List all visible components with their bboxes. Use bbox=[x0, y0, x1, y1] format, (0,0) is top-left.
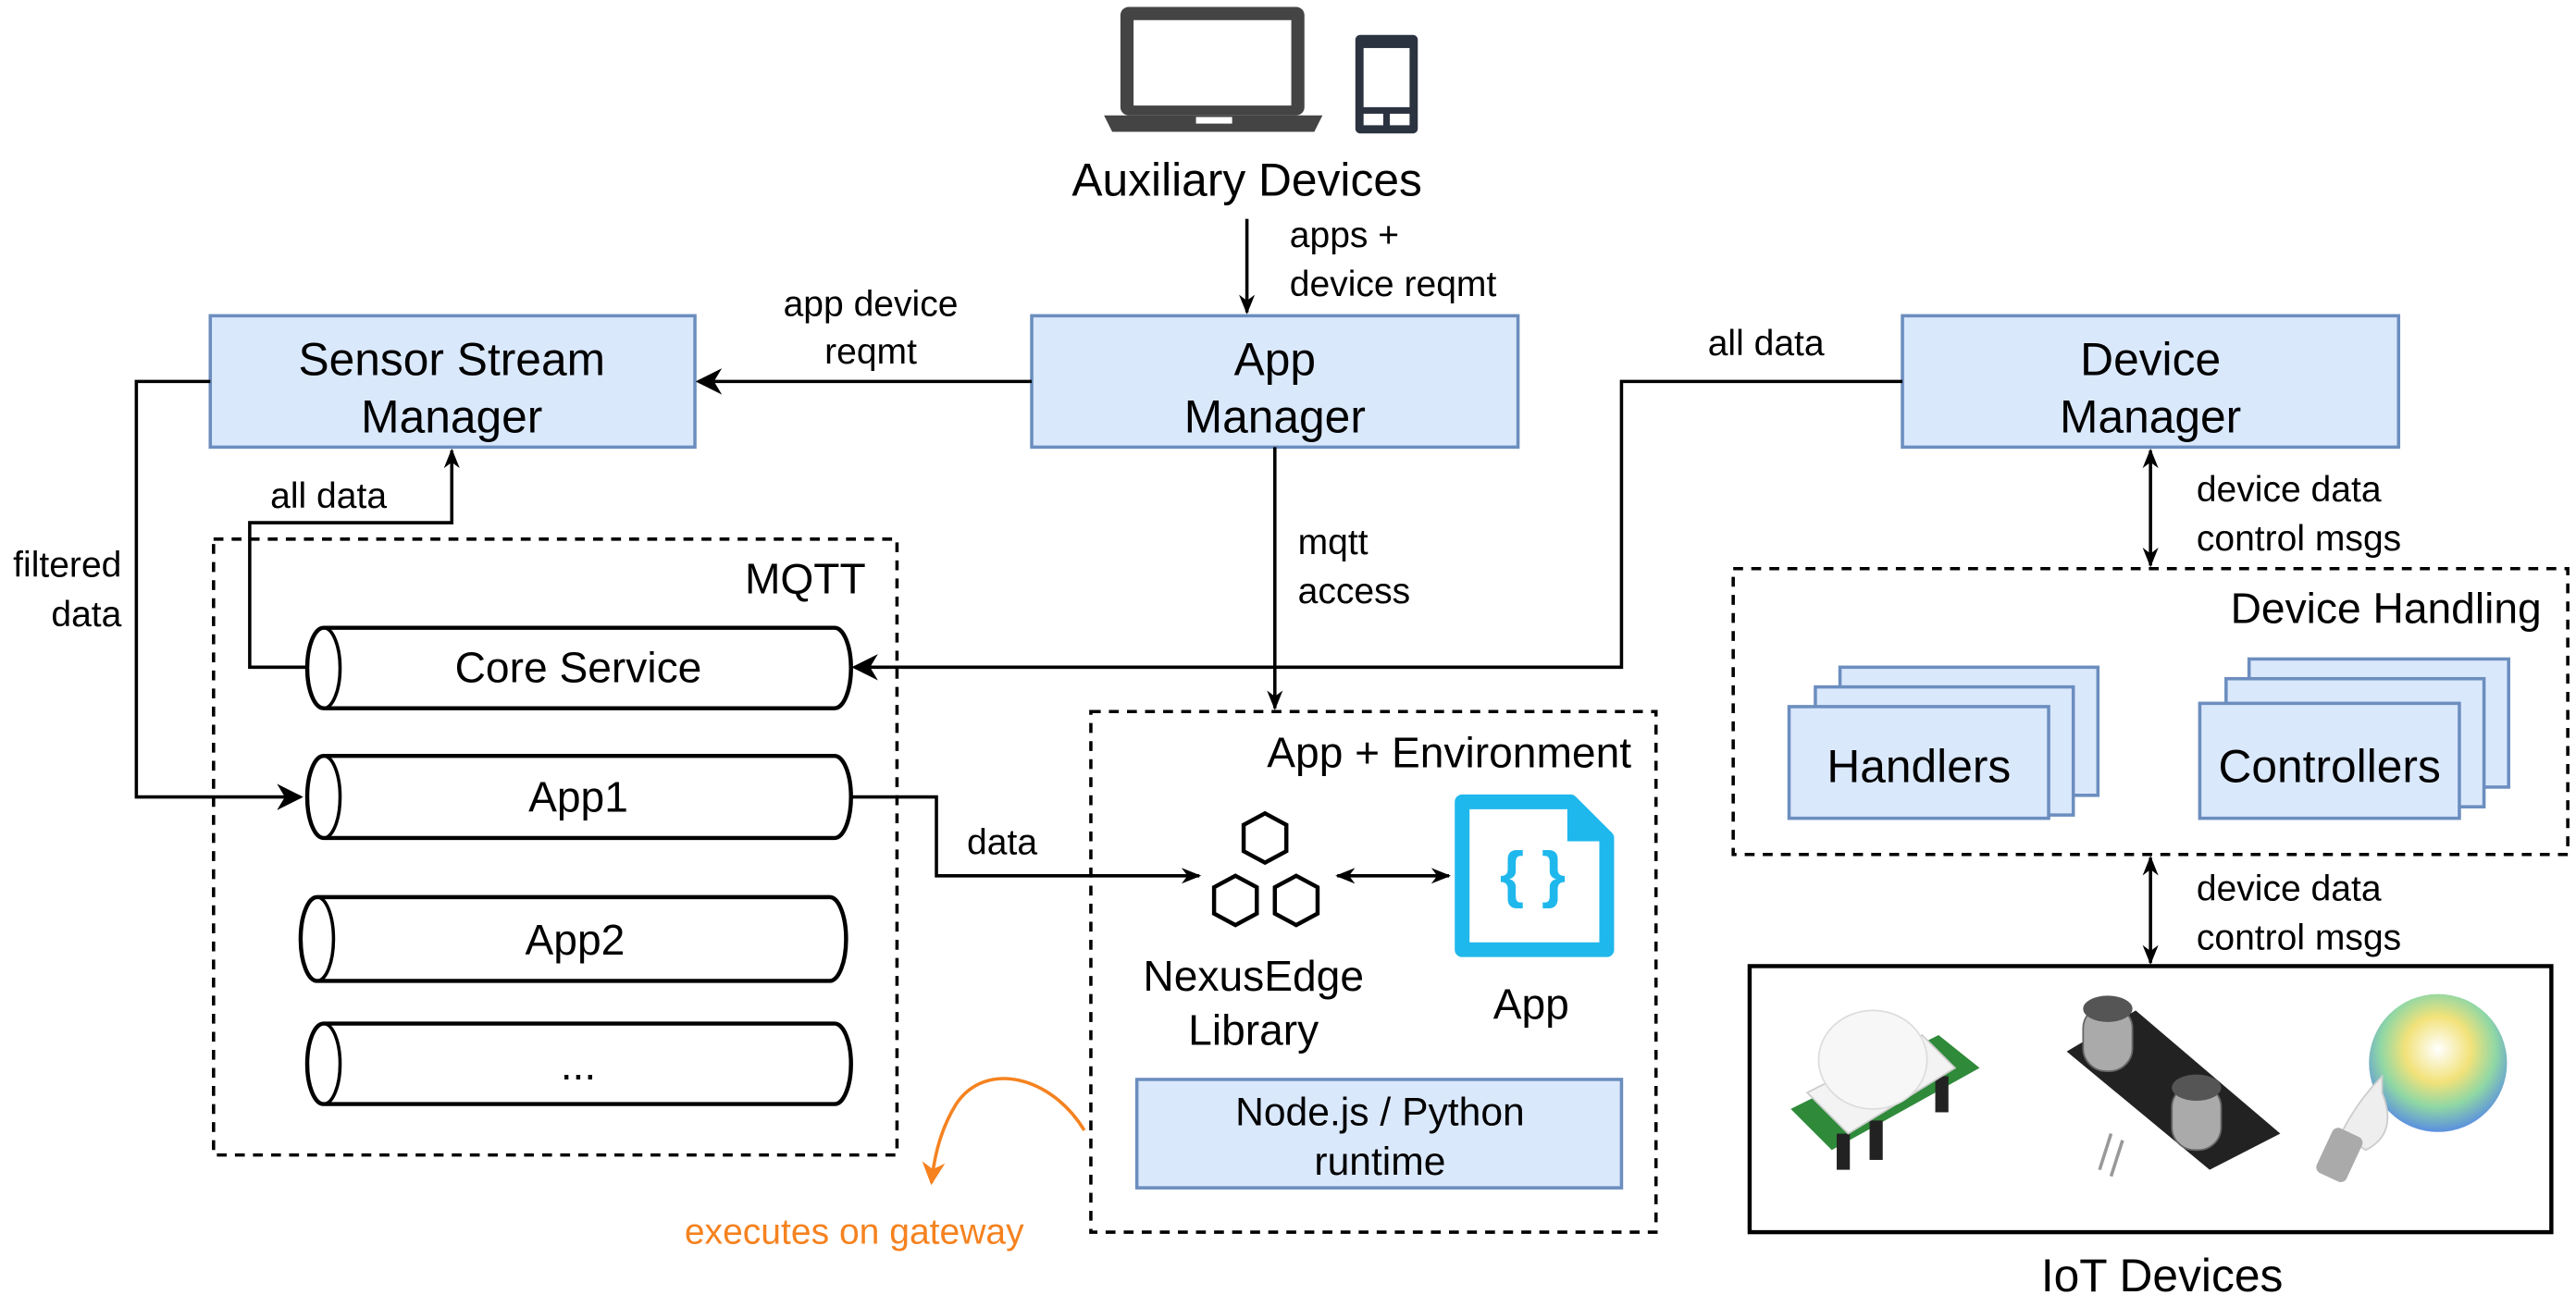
edge-label: device reqmt bbox=[1290, 265, 1497, 304]
architecture-diagram: Auxiliary Devices apps + device reqmt Se… bbox=[13, 6, 2570, 1295]
edge-label: filtered bbox=[13, 546, 121, 586]
gateway-note: executes on gateway bbox=[685, 1213, 1024, 1252]
topic-label: App2 bbox=[526, 916, 625, 964]
iot-devices-label: IoT Devices bbox=[2041, 1250, 2284, 1295]
edge-label: all data bbox=[1708, 324, 1825, 364]
topic-label: App1 bbox=[528, 773, 628, 821]
topic-core-service: Core Service bbox=[304, 625, 853, 710]
runtime-box: Node.js / Python runtime bbox=[1134, 1078, 1624, 1190]
nexusedge-library-icon bbox=[1211, 810, 1320, 928]
topic-app2: App2 bbox=[298, 894, 848, 983]
box-label: Manager bbox=[2060, 390, 2241, 442]
edge-label: reqmt bbox=[824, 332, 917, 372]
edge-label: all data bbox=[270, 476, 387, 516]
app-manager-box: App Manager bbox=[1030, 314, 1520, 450]
controllers-label: Controllers bbox=[2219, 741, 2441, 793]
app-env-title: App + Environment bbox=[1267, 729, 1631, 777]
topic-more: ... bbox=[304, 1021, 853, 1106]
box-label: App bbox=[1234, 333, 1316, 385]
runtime-label: runtime bbox=[1314, 1140, 1445, 1184]
auxiliary-devices-label: Auxiliary Devices bbox=[1071, 154, 1421, 206]
edge-label: app device bbox=[784, 284, 959, 324]
edge-label: device data bbox=[2197, 470, 2382, 510]
gateway-curved-arrow bbox=[922, 1077, 1086, 1186]
edge-label: mqtt bbox=[1298, 523, 1368, 562]
box-label: Sensor Stream bbox=[299, 333, 606, 385]
edge-label: access bbox=[1298, 572, 1411, 611]
app-file-icon: { } bbox=[1455, 794, 1615, 957]
svg-text:{ }: { } bbox=[1500, 840, 1566, 909]
edge-label: data bbox=[967, 823, 1037, 863]
phone-icon bbox=[1355, 34, 1418, 134]
box-label: Manager bbox=[361, 390, 542, 442]
edge-label: device data bbox=[2197, 869, 2382, 908]
handlers-stack: Handlers bbox=[1787, 665, 2100, 820]
edge-label: apps + bbox=[1290, 216, 1399, 255]
topic-label: ... bbox=[561, 1041, 596, 1089]
sensor-stream-manager-box: Sensor Stream Manager bbox=[208, 314, 697, 450]
library-label: Library bbox=[1188, 1006, 1319, 1054]
handlers-label: Handlers bbox=[1827, 741, 2011, 793]
edge-label: control msgs bbox=[2197, 519, 2401, 559]
runtime-label: Node.js / Python bbox=[1235, 1091, 1525, 1135]
box-label: Device bbox=[2080, 333, 2221, 385]
controllers-stack: Controllers bbox=[2198, 657, 2510, 820]
library-label: NexusEdge bbox=[1143, 952, 1364, 1000]
mqtt-title: MQTT bbox=[745, 554, 866, 602]
device-manager-box: Device Manager bbox=[1901, 314, 2401, 450]
device-handling-title: Device Handling bbox=[2231, 584, 2542, 632]
app-label: App bbox=[1493, 980, 1569, 1028]
topic-label: Core Service bbox=[455, 643, 702, 691]
topic-app1: App1 bbox=[304, 753, 853, 841]
edge-label: control msgs bbox=[2197, 919, 2401, 958]
laptop-icon bbox=[1104, 6, 1323, 132]
box-label: Manager bbox=[1184, 390, 1366, 442]
edge-label: data bbox=[51, 595, 121, 635]
